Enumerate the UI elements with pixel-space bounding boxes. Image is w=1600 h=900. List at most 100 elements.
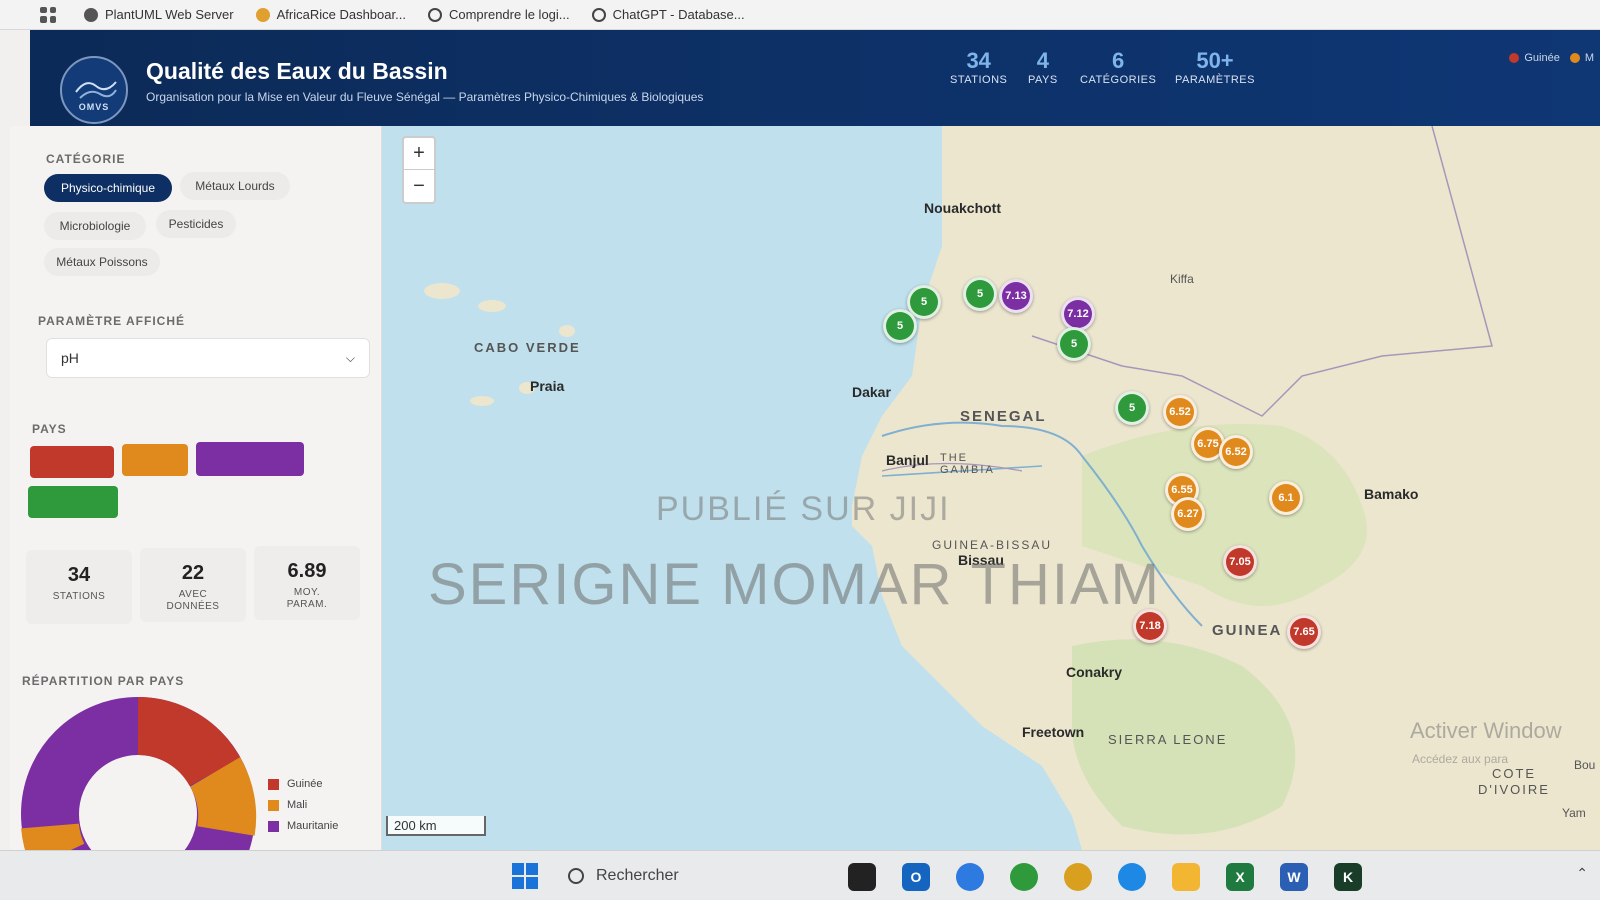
- station-marker[interactable]: 6.27: [1171, 497, 1205, 531]
- file-explorer-icon[interactable]: [1172, 863, 1200, 891]
- station-marker[interactable]: 7.05: [1223, 545, 1257, 579]
- station-marker[interactable]: 7.12: [1061, 297, 1095, 331]
- apps-grid-icon[interactable]: [40, 6, 56, 23]
- place-dakar: Dakar: [852, 384, 891, 400]
- place-the-gambia: THE GAMBIA: [940, 452, 995, 476]
- taskbar-search[interactable]: Rechercher: [560, 861, 810, 891]
- station-marker[interactable]: 7.65: [1287, 615, 1321, 649]
- place-guinea: GUINEA: [1212, 622, 1283, 639]
- logo-wave-icon: [75, 81, 117, 99]
- chrome-icon[interactable]: [1010, 863, 1038, 891]
- param-select[interactable]: pH ⌵: [46, 338, 370, 378]
- header-stat-parametres: 50+ PARAMÈTRES: [1175, 48, 1255, 86]
- windows-activation-title: Activer Window: [1410, 718, 1562, 743]
- plantuml-icon: [84, 7, 98, 22]
- place-nouakchott: Nouakchott: [924, 200, 1001, 216]
- stat-card-moy-param: 6.89 MOY. PARAM.: [254, 546, 360, 620]
- country-swatch-guinee[interactable]: [30, 446, 114, 478]
- search-icon: [568, 868, 584, 884]
- header-stat-stations: 34 STATIONS: [950, 48, 1008, 86]
- screen: PlantUML Web Server AfricaRice Dashboar.…: [0, 0, 1600, 900]
- page-subtitle: Organisation pour la Mise en Valeur du F…: [146, 90, 704, 104]
- header-stat-categories: 6 CATÉGORIES: [1080, 48, 1157, 86]
- distribution-title: RÉPARTITION PAR PAYS: [22, 674, 185, 688]
- category-chip-physico[interactable]: Physico-chimique: [44, 174, 172, 202]
- station-marker[interactable]: 5: [1057, 327, 1091, 361]
- place-freetown: Freetown: [1022, 724, 1085, 740]
- windows-activation-subtitle: Accédez aux para: [1412, 752, 1509, 766]
- place-cote-divoire: COTE D'IVOIRE: [1478, 766, 1550, 797]
- bookmark-africarice[interactable]: AfricaRice Dashboar...: [255, 7, 406, 22]
- place-sierra-leone: SIERRA LEONE: [1108, 732, 1228, 747]
- station-marker[interactable]: 7.13: [999, 279, 1033, 313]
- bookmark-plantuml[interactable]: PlantUML Web Server: [84, 7, 234, 22]
- zoom-in-button[interactable]: +: [404, 138, 434, 170]
- watermark-large: SERIGNE MOMAR THIAM: [428, 552, 1161, 617]
- bookmarks-bar: PlantUML Web Server AfricaRice Dashboar.…: [0, 0, 1600, 30]
- watermark-small: PUBLIÉ SUR JIJI: [656, 490, 951, 528]
- place-guinea-bissau: GUINEA-BISSAU: [932, 538, 1053, 552]
- place-cabo-verde: CABO VERDE: [474, 340, 581, 355]
- taskbar: Rechercher O X W K ⌃: [0, 850, 1600, 900]
- legend-dot: [1509, 53, 1520, 63]
- place-banjul: Banjul: [886, 452, 929, 468]
- chrome-profile-icon[interactable]: [1064, 863, 1092, 891]
- task-view-icon[interactable]: [848, 863, 876, 891]
- map[interactable]: + − Nouakchott Kiffa CABO VERDE Praia Da…: [382, 126, 1600, 850]
- app-header: OMVS Qualité des Eaux du Bassin Organisa…: [30, 30, 1600, 126]
- place-senegal: SENEGAL: [960, 408, 1047, 425]
- place-bamako: Bamako: [1364, 486, 1419, 502]
- country-swatch-senegal[interactable]: [28, 486, 118, 518]
- header-legend: Guinée M: [1499, 52, 1594, 64]
- donut-slice-mali: [189, 757, 257, 836]
- zoom-out-button[interactable]: −: [404, 170, 434, 202]
- tray-chevron-up-icon[interactable]: ⌃: [1576, 865, 1588, 882]
- edge-icon[interactable]: [1118, 863, 1146, 891]
- donut-slice-guinee: [136, 697, 241, 787]
- station-marker[interactable]: 5: [883, 309, 917, 343]
- excel-icon[interactable]: X: [1226, 863, 1254, 891]
- outlook-icon[interactable]: O: [902, 863, 930, 891]
- zoom-control: + −: [402, 136, 436, 204]
- country-swatch-mauritanie[interactable]: [196, 442, 304, 476]
- windows-start-icon[interactable]: [512, 863, 538, 889]
- legend-item-mali: Mali: [268, 799, 338, 811]
- page-title: Qualité des Eaux du Bassin: [146, 58, 448, 84]
- station-marker[interactable]: 6.1: [1269, 481, 1303, 515]
- openai-icon: [427, 7, 442, 22]
- country-swatch-mali[interactable]: [122, 444, 188, 476]
- category-title: CATÉGORIE: [46, 152, 126, 166]
- place-yam: Yam: [1562, 806, 1586, 820]
- station-marker[interactable]: 5: [1115, 391, 1149, 425]
- station-marker[interactable]: 5: [963, 277, 997, 311]
- place-conakry: Conakry: [1066, 664, 1123, 680]
- category-chip-microbiologie[interactable]: Microbiologie: [44, 212, 146, 240]
- place-praia: Praia: [530, 378, 565, 394]
- station-marker[interactable]: 6.52: [1219, 435, 1253, 469]
- app-circle-icon[interactable]: [956, 863, 984, 891]
- category-chip-metaux-lourds[interactable]: Métaux Lourds: [180, 172, 290, 200]
- category-chip-metaux-poissons[interactable]: Métaux Poissons: [44, 248, 160, 276]
- chevron-down-icon: ⌵: [345, 350, 355, 365]
- legend-item-mauritanie: Mauritanie: [268, 820, 338, 832]
- param-title: PARAMÈTRE AFFICHÉ: [38, 314, 185, 328]
- scale-bar: 200 km: [386, 816, 486, 836]
- country-title: PAYS: [32, 422, 67, 436]
- app-k-icon[interactable]: K: [1334, 863, 1362, 891]
- legend-dot: [1569, 53, 1580, 63]
- bookmark-chatgpt[interactable]: ChatGPT - Database...: [591, 7, 745, 22]
- sidebar: CATÉGORIE Physico-chimique Métaux Lourds…: [10, 126, 382, 866]
- stat-card-avec-donnees: 22 AVEC DONNÉES: [140, 548, 246, 622]
- openai-icon: [591, 7, 606, 22]
- distribution-donut: [21, 697, 257, 866]
- word-icon[interactable]: W: [1280, 863, 1308, 891]
- legend-item-guinee: Guinée: [268, 778, 338, 790]
- bookmark-comprendre[interactable]: Comprendre le logi...: [427, 7, 570, 22]
- station-marker[interactable]: 6.52: [1163, 395, 1197, 429]
- place-kiffa: Kiffa: [1170, 272, 1194, 286]
- stat-card-stations: 34 STATIONS: [26, 550, 132, 624]
- header-stat-pays: 4 PAYS: [1028, 48, 1058, 86]
- category-chip-pesticides[interactable]: Pesticides: [156, 210, 236, 238]
- africarice-icon: [255, 7, 270, 22]
- place-bou: Bou: [1574, 758, 1596, 772]
